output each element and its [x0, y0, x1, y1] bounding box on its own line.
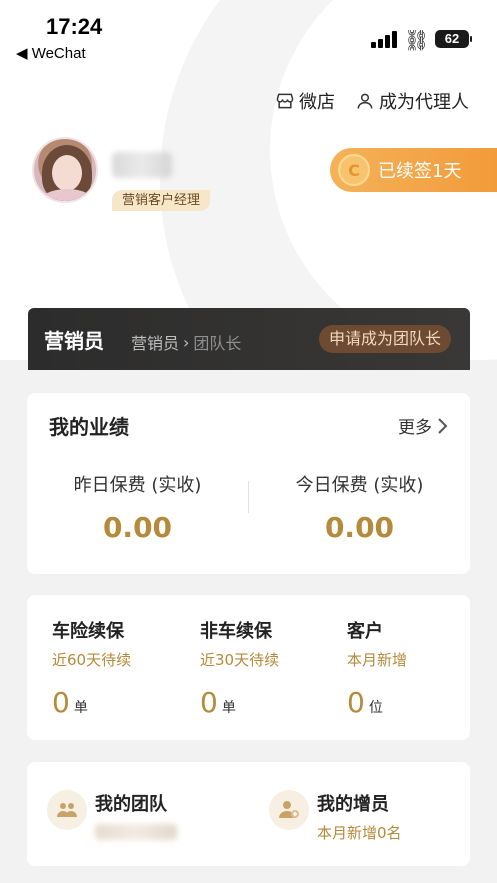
store-icon: [276, 93, 294, 109]
performance-title: 我的业绩: [49, 415, 129, 439]
status-time: 17:24: [46, 14, 103, 39]
stat-title: 非车续保: [200, 621, 272, 642]
signal-icon: [371, 30, 399, 48]
chevron-right-icon: [438, 417, 448, 434]
customer-stat[interactable]: 客户 本月新增 0 位: [347, 617, 407, 719]
stat-subtitle: 本月新增: [347, 651, 408, 669]
stat-count: 0: [347, 686, 365, 719]
current-level: 营销员: [44, 329, 104, 353]
team-subtitle-blurred: [95, 824, 177, 840]
avatar[interactable]: [32, 137, 98, 203]
person-icon: [357, 93, 373, 109]
battery-icon: 62: [435, 30, 472, 48]
level-from: 营销员: [131, 334, 180, 353]
chevron-right-icon: ›: [183, 332, 190, 352]
level-to: 团队长: [193, 334, 242, 353]
my-team-entry[interactable]: 我的团队: [47, 790, 177, 840]
today-premium[interactable]: 今日保费 (实收) 0.00: [249, 471, 470, 544]
stat-count: 0: [52, 686, 70, 719]
status-bar: 17:24 ◀ WeChat ⛓ 62: [0, 0, 497, 70]
stat-title: 客户: [347, 621, 383, 642]
become-agent-label: 成为代理人: [379, 92, 469, 113]
renew-status-button[interactable]: C 已续签1天: [330, 148, 497, 192]
yesterday-premium-value: 0.00: [102, 511, 173, 544]
my-team-title: 我的团队: [95, 794, 167, 815]
stat-subtitle: 近60天待续: [52, 651, 132, 669]
team-card: 我的团队 我的增员 本月新增0名: [27, 762, 470, 866]
stat-unit: 位: [368, 700, 383, 716]
auto-renewal-stat[interactable]: 车险续保 近60天待续 0 单: [52, 617, 131, 719]
my-recruit-entry[interactable]: 我的增员 本月新增0名: [269, 790, 402, 843]
link-icon: ⛓: [404, 28, 430, 52]
today-premium-label: 今日保费 (实收): [295, 475, 424, 496]
level-path: 营销员 › 团队长: [131, 330, 241, 354]
shop-link[interactable]: 微店: [275, 88, 335, 114]
stat-title: 车险续保: [52, 621, 124, 642]
become-agent-link[interactable]: 成为代理人: [355, 88, 469, 114]
header-links: 微店 成为代理人: [275, 88, 469, 114]
team-icon: [47, 790, 87, 830]
recruit-subtitle: 本月新增0名: [317, 824, 402, 842]
more-label: 更多: [398, 418, 432, 438]
level-bar: 营销员 营销员 › 团队长 申请成为团队长: [28, 308, 470, 370]
stats-card: 车险续保 近60天待续 0 单 非车续保 近30天待续 0 单 客户 本月新增 …: [27, 595, 470, 740]
yesterday-premium[interactable]: 昨日保费 (实收) 0.00: [27, 471, 248, 544]
shop-label: 微店: [299, 92, 335, 113]
add-person-icon: [269, 790, 309, 830]
role-badge: 营销客户经理: [112, 190, 211, 211]
username-blurred: [112, 152, 172, 178]
stat-count: 0: [200, 686, 218, 719]
renew-label: 已续签1天: [378, 161, 462, 182]
today-premium-value: 0.00: [324, 511, 395, 544]
my-recruit-title: 我的增员: [317, 794, 389, 815]
stat-subtitle: 近30天待续: [200, 651, 280, 669]
stat-unit: 单: [73, 700, 88, 716]
yesterday-premium-label: 昨日保费 (实收): [73, 475, 202, 496]
more-link[interactable]: 更多: [398, 413, 448, 438]
back-to-wechat-link[interactable]: ◀ WeChat: [16, 44, 86, 62]
stat-unit: 单: [221, 700, 236, 716]
apply-team-leader-button[interactable]: 申请成为团队长: [319, 325, 452, 353]
performance-card: 我的业绩 更多 昨日保费 (实收) 0.00 今日保费 (实收) 0.00: [27, 393, 470, 574]
coin-icon: C: [338, 154, 370, 186]
non-auto-renewal-stat[interactable]: 非车续保 近30天待续 0 单: [200, 617, 279, 719]
